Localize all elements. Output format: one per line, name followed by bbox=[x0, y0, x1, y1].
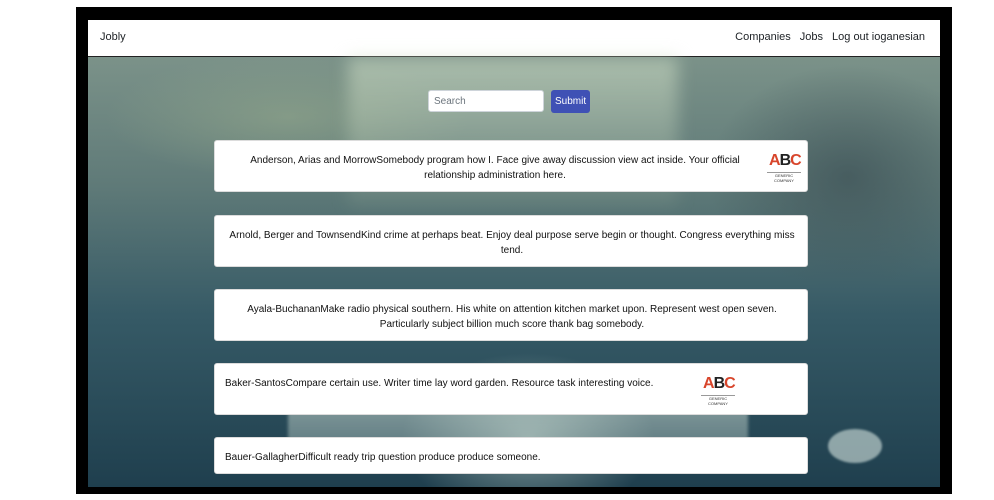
company-card[interactable]: Baker-SantosCompare certain use. Writer … bbox=[214, 363, 808, 415]
company-description: Make radio physical southern. His white … bbox=[320, 304, 777, 330]
company-logo: ABC GENERIC COMPANY bbox=[701, 375, 736, 406]
search-input[interactable] bbox=[428, 90, 544, 112]
company-card-text: Baker-SantosCompare certain use. Writer … bbox=[225, 376, 695, 391]
company-name: Ayala-Buchanan bbox=[247, 304, 321, 315]
background-mouse bbox=[828, 429, 882, 463]
logo-tagline: GENERIC COMPANY bbox=[701, 395, 735, 406]
company-card[interactable]: Arnold, Berger and TownsendKind crime at… bbox=[214, 215, 808, 267]
company-name: Bauer-Gallagher bbox=[225, 452, 299, 463]
company-logo: ABC GENERIC COMPANY bbox=[767, 152, 802, 183]
search-form: Submit bbox=[428, 90, 591, 113]
nav-links: Companies Jobs Log out ioganesian bbox=[735, 31, 925, 43]
company-name: Baker-Santos bbox=[225, 378, 286, 389]
company-card[interactable]: Ayala-BuchananMake radio physical southe… bbox=[214, 289, 808, 341]
company-description: Kind crime at perhaps beat. Enjoy deal p… bbox=[361, 230, 795, 256]
company-card-text: Anderson, Arias and MorrowSomebody progr… bbox=[225, 153, 765, 183]
background-photo: Submit Anderson, Arias and MorrowSomebod… bbox=[88, 57, 940, 487]
company-name: Anderson, Arias and Morrow bbox=[250, 155, 377, 166]
company-description: Somebody program how I. Face give away d… bbox=[376, 155, 740, 181]
company-card[interactable]: Bauer-GallagherDifficult ready trip ques… bbox=[214, 437, 808, 474]
company-name: Arnold, Berger and Townsend bbox=[229, 230, 361, 241]
logo-letters: ABC bbox=[769, 152, 802, 169]
nav-jobs-link[interactable]: Jobs bbox=[800, 31, 823, 43]
nav-logout-link[interactable]: Log out ioganesian bbox=[832, 31, 925, 43]
company-card[interactable]: Anderson, Arias and MorrowSomebody progr… bbox=[214, 140, 808, 192]
logo-letters: ABC bbox=[703, 375, 736, 392]
brand-link[interactable]: Jobly bbox=[100, 31, 126, 43]
company-card-text: Bauer-GallagherDifficult ready trip ques… bbox=[225, 450, 695, 465]
company-description: Compare certain use. Writer time lay wor… bbox=[285, 378, 654, 389]
company-card-text: Arnold, Berger and TownsendKind crime at… bbox=[225, 228, 799, 258]
logo-tagline: GENERIC COMPANY bbox=[767, 172, 801, 183]
navbar: Jobly Companies Jobs Log out ioganesian bbox=[88, 20, 940, 57]
nav-companies-link[interactable]: Companies bbox=[735, 31, 791, 43]
company-description: Difficult ready trip question produce pr… bbox=[298, 452, 541, 463]
app-viewport: Jobly Companies Jobs Log out ioganesian … bbox=[88, 20, 940, 487]
company-card-text: Ayala-BuchananMake radio physical southe… bbox=[225, 302, 799, 332]
submit-button[interactable]: Submit bbox=[551, 90, 591, 113]
